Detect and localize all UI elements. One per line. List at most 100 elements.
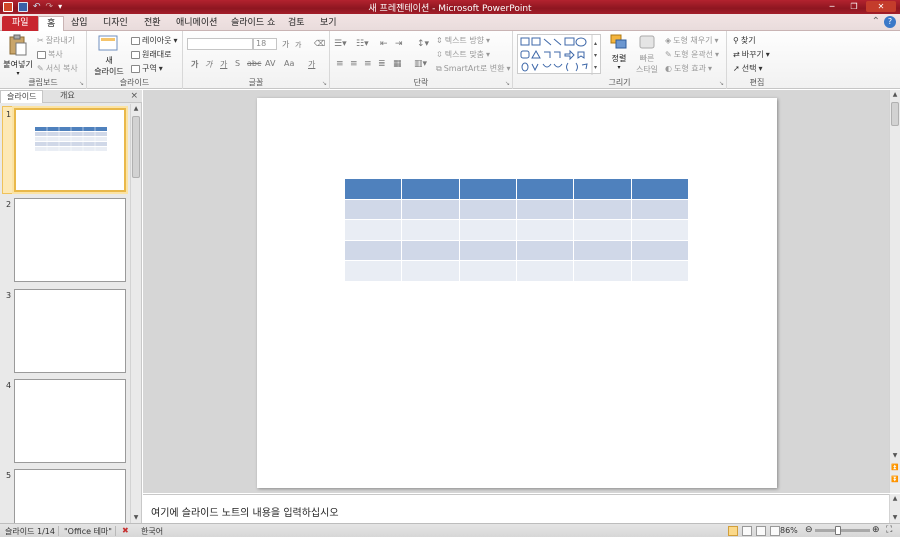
tab-outline-panel[interactable]: 개요 <box>54 90 81 103</box>
close-button[interactable]: ✕ <box>866 1 896 12</box>
distributed-icon[interactable]: ▦ <box>393 59 402 69</box>
shape-fill-button[interactable]: ◈ 도형 채우기 ▾ <box>665 35 719 46</box>
notes-placeholder[interactable]: 여기에 슬라이드 노트의 내용을 입력하십시오 <box>151 504 339 519</box>
table-cell[interactable] <box>515 239 575 262</box>
tab-slide-show[interactable]: 슬라이드 쇼 <box>223 16 283 31</box>
underline-button[interactable]: 가 <box>220 59 227 70</box>
change-case-button[interactable]: Aa <box>284 59 294 68</box>
table-cell[interactable] <box>401 198 460 221</box>
replace-button[interactable]: ⇄ 바꾸기 ▾ <box>733 49 770 60</box>
scroll-up-icon[interactable]: ▲ <box>890 494 900 504</box>
maximize-button[interactable]: ❐ <box>844 1 864 12</box>
clear-format-icon[interactable]: ⌫ <box>314 39 325 48</box>
table-cell[interactable] <box>343 178 403 200</box>
scroll-up-icon[interactable]: ▲ <box>131 104 141 114</box>
paste-dropdown-icon[interactable]: ▾ <box>2 70 34 77</box>
paste-button[interactable]: 붙여넣기 ▾ <box>2 34 34 77</box>
slide-thumbnail-1[interactable] <box>14 108 126 192</box>
shape-effects-button[interactable]: ◐ 도형 효과 ▾ <box>665 63 712 74</box>
table-cell[interactable] <box>630 219 690 241</box>
table-cell[interactable] <box>630 178 690 200</box>
spell-check-icon[interactable]: ✖ <box>122 526 129 535</box>
arrange-dropdown-icon[interactable]: ▾ <box>607 64 631 71</box>
table-cell[interactable] <box>573 178 632 200</box>
slide-thumbnail-4[interactable] <box>14 379 126 463</box>
table-cell[interactable] <box>401 178 460 200</box>
table-cell[interactable] <box>458 178 517 200</box>
table-cell[interactable] <box>458 260 517 282</box>
zoom-level[interactable]: 86% <box>780 526 798 535</box>
tab-insert[interactable]: 삽입 <box>63 16 96 31</box>
decrease-indent-icon[interactable]: ⇤ <box>380 39 388 49</box>
shrink-font-icon[interactable]: 가 <box>295 40 301 50</box>
table-cell[interactable] <box>343 239 403 262</box>
language-indicator[interactable]: 한국어 <box>141 526 163 537</box>
table-cell[interactable] <box>401 260 460 282</box>
copy-button[interactable]: 복사 <box>37 49 63 60</box>
table-cell[interactable] <box>343 260 403 282</box>
minimize-ribbon-icon[interactable]: ⌃ <box>872 16 880 27</box>
table-cell[interactable] <box>573 260 632 282</box>
font-color-button[interactable]: 가 <box>308 59 315 70</box>
notes-pane[interactable]: 여기에 슬라이드 노트의 내용을 입력하십시오 <box>143 494 889 523</box>
increase-indent-icon[interactable]: ⇥ <box>395 39 403 49</box>
shape-outline-button[interactable]: ✎ 도형 윤곽선 ▾ <box>665 49 719 60</box>
minimize-button[interactable]: ─ <box>822 1 842 12</box>
fit-to-window-icon[interactable]: ⛶ <box>886 525 892 535</box>
numbering-icon[interactable]: ☷▾ <box>356 39 369 49</box>
text-direction-button[interactable]: ⇕ 텍스트 방향 ▾ <box>436 35 490 46</box>
table-cell[interactable] <box>515 178 575 200</box>
tab-home[interactable]: 홈 <box>38 16 65 31</box>
table-cell[interactable] <box>573 198 632 221</box>
reading-view-button[interactable] <box>756 526 766 536</box>
char-spacing-button[interactable]: AV <box>265 59 275 68</box>
help-icon[interactable]: ? <box>884 16 896 28</box>
tab-design[interactable]: 디자인 <box>95 16 136 31</box>
bullets-icon[interactable]: ☰▾ <box>334 39 347 49</box>
normal-view-button[interactable] <box>728 526 738 536</box>
cut-button[interactable]: ✂ 잘라내기 <box>37 35 75 46</box>
zoom-slider[interactable] <box>815 529 870 532</box>
reset-button[interactable]: 원래대로 <box>131 49 171 60</box>
align-text-button[interactable]: ⇳ 텍스트 맞춤 ▾ <box>436 49 490 60</box>
slide-show-view-button[interactable] <box>770 526 780 536</box>
align-center-icon[interactable]: ≡ <box>350 59 358 69</box>
slide-sorter-view-button[interactable] <box>742 526 752 536</box>
justify-icon[interactable]: ≣ <box>378 59 386 69</box>
previous-slide-icon[interactable]: ⏫ <box>890 463 900 473</box>
font-name-combo[interactable] <box>187 38 253 50</box>
notes-scrollbar[interactable]: ▲ ▼ <box>889 494 900 523</box>
tab-transitions[interactable]: 전환 <box>136 16 169 31</box>
table-cell[interactable] <box>630 239 690 262</box>
table-cell[interactable] <box>401 239 460 262</box>
scroll-down-icon[interactable]: ▼ <box>890 513 900 523</box>
table-cell[interactable] <box>573 239 632 262</box>
tab-slides-panel[interactable]: 슬라이드 <box>0 90 44 103</box>
clipboard-launcher-icon[interactable]: ↘ <box>79 80 84 87</box>
shapes-gallery[interactable]: ▴ ▾ ▾ <box>517 34 601 75</box>
close-panel-icon[interactable]: × <box>130 91 138 101</box>
table-cell[interactable] <box>458 219 517 241</box>
columns-icon[interactable]: ▥▾ <box>414 59 427 69</box>
select-button[interactable]: ➚ 선택 ▾ <box>733 63 762 74</box>
layout-button[interactable]: 레이아웃 ▾ <box>131 35 177 46</box>
bold-button[interactable]: 가 <box>191 59 198 70</box>
align-left-icon[interactable]: ≡ <box>336 59 344 69</box>
drawing-launcher-icon[interactable]: ↘ <box>719 80 724 87</box>
table-cell[interactable] <box>515 219 575 241</box>
section-button[interactable]: 구역 ▾ <box>131 63 163 74</box>
slide-thumbnail-2[interactable] <box>14 198 126 282</box>
scroll-down-icon[interactable]: ▼ <box>131 513 141 523</box>
format-painter-button[interactable]: ✎ 서식 복사 <box>37 63 78 74</box>
table-cell[interactable] <box>343 219 403 241</box>
table-cell[interactable] <box>515 260 575 282</box>
table-cell[interactable] <box>343 198 403 221</box>
tab-view[interactable]: 보기 <box>312 16 345 31</box>
font-size-combo[interactable]: 18 <box>253 38 277 50</box>
slide-scrollbar[interactable]: ▲ ▼ ⏫ ⏬ <box>889 90 900 493</box>
grow-font-icon[interactable]: 가 <box>282 39 289 50</box>
table-cell[interactable] <box>573 219 632 241</box>
table-cell[interactable] <box>630 260 690 282</box>
strikethrough-button[interactable]: abc <box>247 59 261 68</box>
scroll-up-icon[interactable]: ▲ <box>890 90 900 100</box>
